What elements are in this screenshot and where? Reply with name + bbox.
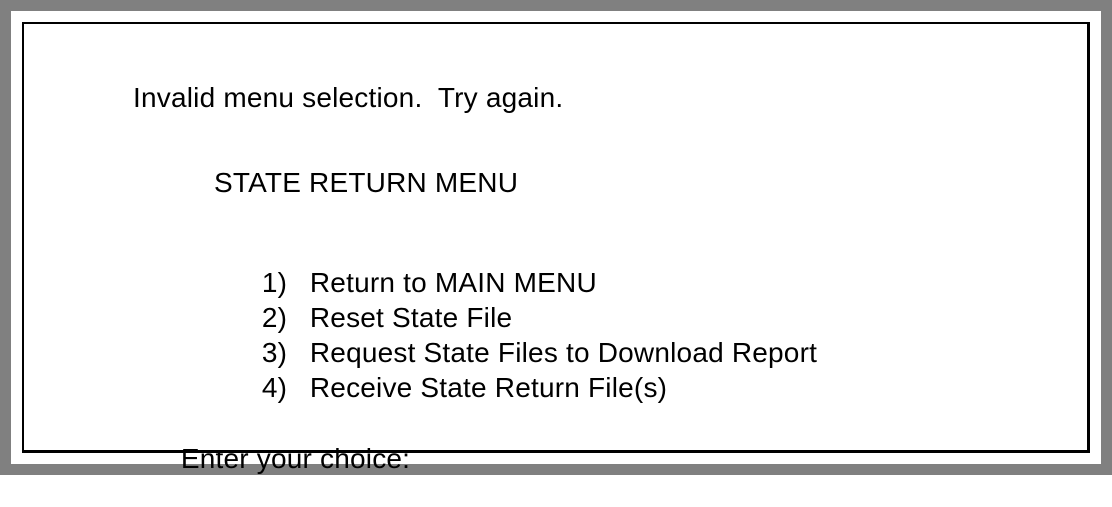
menu-option-number: 4) [261,372,288,403]
menu-option-label: Receive State Return File(s) [309,372,668,403]
error-message: Invalid menu selection. Try again. [133,82,564,113]
menu-title: STATE RETURN MENU [214,167,519,198]
terminal-window-frame: Invalid menu selection. Try again. STATE… [0,0,1112,475]
choice-input-line[interactable]: Enter your choice: [133,411,412,507]
input-cursor[interactable] [410,447,412,475]
terminal-screen: Invalid menu selection. Try again. STATE… [22,22,1090,474]
choice-prompt: Enter your choice: [180,443,411,474]
